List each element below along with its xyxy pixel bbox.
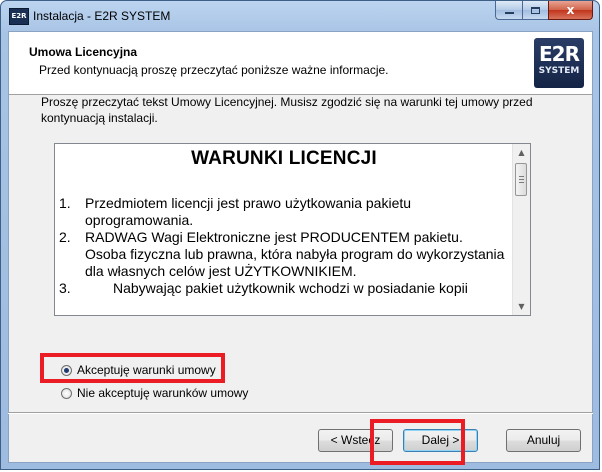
license-item-number: 1. — [59, 195, 71, 211]
logo-main-text: E2R — [539, 42, 580, 66]
decline-terms-label[interactable]: Nie akceptuję warunków umowy — [77, 386, 248, 400]
scroll-up-arrow-icon[interactable]: ▲ — [513, 144, 530, 161]
thumb-grip-line — [519, 179, 524, 180]
page-subtitle: Przed kontynuacją proszę przeczytać poni… — [39, 63, 389, 77]
title-bar[interactable]: E2R Instalacja - E2R SYSTEM x — [1, 1, 599, 31]
scroll-thumb[interactable] — [515, 163, 527, 196]
cancel-button[interactable]: Anuluj — [506, 429, 581, 452]
logo-sub-text: SYSTEM — [538, 66, 580, 76]
page-title: Umowa Licencyjna — [29, 45, 138, 59]
license-item: 3. Nabywając pakiet użytkownik wchodzi w… — [55, 280, 513, 297]
maximize-button[interactable] — [522, 1, 548, 20]
window-title: Instalacja - E2R SYSTEM — [33, 9, 171, 23]
app-icon: E2R — [9, 8, 29, 25]
wizard-header: Umowa Licencyjna Przed kontynuacją prosz… — [9, 32, 592, 95]
license-heading: WARUNKI LICENCJI — [191, 148, 377, 169]
decline-terms-radio[interactable]: Nie akceptuję warunków umowy — [61, 386, 248, 400]
minimize-icon — [504, 12, 514, 14]
radio-button-unselected[interactable] — [61, 387, 72, 399]
next-button-highlight — [370, 419, 465, 465]
thumb-grip-line — [519, 176, 524, 177]
maximize-icon — [531, 6, 540, 14]
installer-window: E2R Instalacja - E2R SYSTEM x Umowa Lice… — [0, 0, 600, 470]
license-item-text: Przedmiotem licencji jest prawo użytkowa… — [85, 195, 412, 228]
license-item-number: 2. — [59, 229, 71, 245]
minimize-button[interactable] — [495, 1, 522, 20]
license-scrollbar[interactable]: ▲ ▼ — [512, 144, 530, 315]
license-item-text: RADWAG Wagi Elektroniczne jest PRODUCENT… — [85, 229, 505, 279]
e2r-system-logo: E2R SYSTEM — [534, 38, 584, 88]
license-item-text: Nabywając pakiet użytkownik wchodzi w po… — [113, 280, 468, 296]
license-item: 1. Przedmiotem licencji jest prawo użytk… — [55, 195, 513, 229]
accept-option-highlight — [40, 353, 225, 383]
window-controls: x — [495, 1, 593, 20]
intro-text: Proszę przeczytać tekst Umowy Licencyjne… — [41, 95, 533, 125]
license-item-number: 3. — [59, 280, 71, 296]
license-textbox[interactable]: WARUNKI LICENCJI 1. Przedmiotem licencji… — [54, 143, 531, 316]
close-icon: x — [566, 3, 575, 17]
license-item: 2. RADWAG Wagi Elektroniczne jest PRODUC… — [55, 229, 513, 280]
scroll-down-arrow-icon[interactable]: ▼ — [513, 298, 530, 315]
license-content: WARUNKI LICENCJI 1. Przedmiotem licencji… — [55, 144, 513, 297]
thumb-grip-line — [519, 182, 524, 183]
close-button[interactable]: x — [548, 1, 593, 20]
